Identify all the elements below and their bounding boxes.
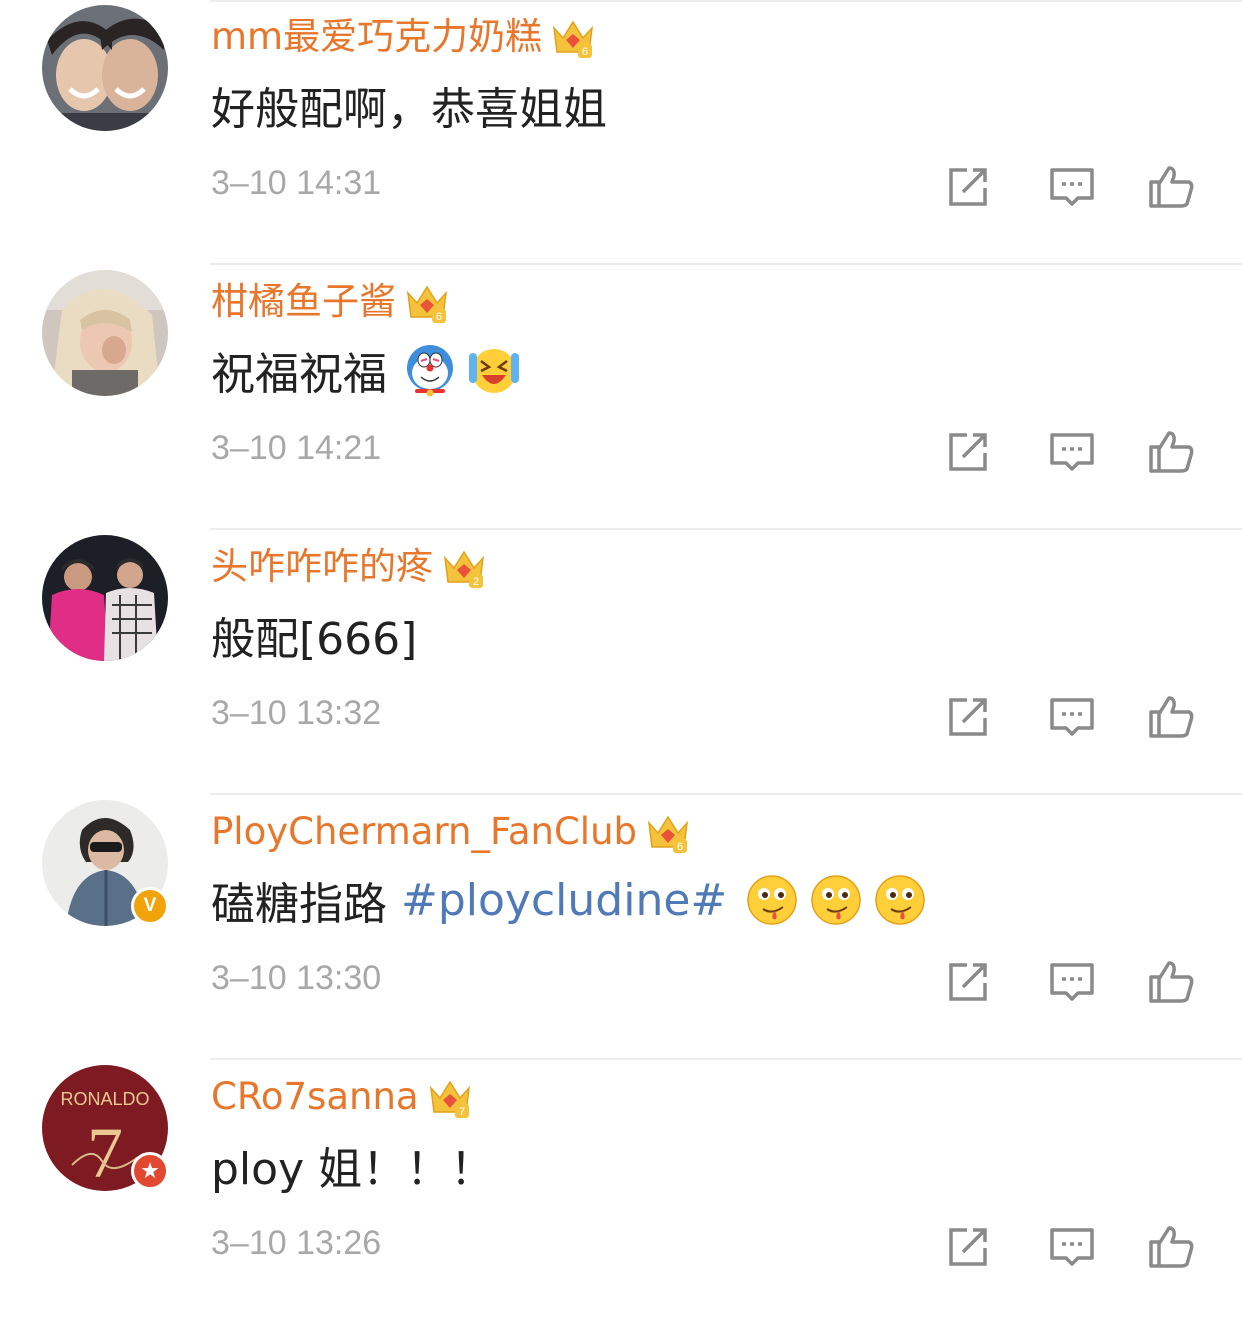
svg-text:7: 7	[87, 1113, 123, 1191]
share-icon[interactable]	[945, 427, 993, 475]
svg-text:7: 7	[459, 1106, 465, 1118]
avatar[interactable]	[42, 5, 168, 131]
svg-text:2: 2	[473, 576, 479, 588]
share-icon[interactable]	[945, 692, 993, 740]
comment-item: 柑橘鱼子酱 6 祝福祝福 3–10 14:21	[0, 265, 1242, 530]
svg-text:6: 6	[582, 46, 588, 58]
crown-level-icon: 6	[553, 20, 594, 58]
username[interactable]: mm最爱巧克力奶糕	[211, 12, 542, 62]
timestamp: 3–10 13:32	[211, 694, 382, 732]
comment-text: ploy 姐！！！	[211, 1144, 495, 1195]
verified-badge: V	[131, 887, 169, 925]
comment-text: 磕糖指路	[211, 879, 387, 930]
crown-level-icon: 6	[406, 285, 448, 323]
comment-item: RONALDO 7 ★ CRo7sanna 7 ploy 姐！！！ 3–10 1…	[0, 1060, 1242, 1325]
star-badge: ★	[131, 1152, 169, 1190]
drool-emoji	[747, 875, 798, 925]
share-icon[interactable]	[945, 957, 993, 1005]
comment-item: V PloyChermarn_FanClub 6 磕糖指路 #ploycludi…	[0, 795, 1242, 1060]
username[interactable]: 头咋咋咋的疼	[211, 542, 433, 592]
thumbs-up-icon[interactable]	[1147, 162, 1195, 210]
drool-emoji	[875, 875, 926, 925]
comment-icon[interactable]	[1048, 957, 1096, 1005]
crown-level-icon: 6	[647, 815, 689, 853]
timestamp: 3–10 14:31	[211, 164, 382, 202]
avatar[interactable]	[42, 535, 168, 661]
comment-item: 头咋咋咋的疼 2 般配[666] 3–10 13:32	[0, 530, 1242, 795]
comment-text: 般配[666]	[211, 614, 418, 665]
laughing-cry-emoji	[469, 349, 519, 393]
username[interactable]: PloyChermarn_FanClub	[211, 807, 637, 857]
username[interactable]: 柑橘鱼子酱	[211, 277, 396, 327]
comment-item: mm最爱巧克力奶糕 6 好般配啊，恭喜姐姐 3–10 14:31	[0, 0, 1242, 265]
crown-level-icon: 7	[429, 1080, 470, 1118]
comment-icon[interactable]	[1048, 692, 1096, 740]
thumbs-up-icon[interactable]	[1147, 692, 1195, 740]
drool-emoji	[811, 875, 862, 925]
hashtag-link[interactable]: #ploycludine#	[401, 875, 727, 926]
crown-level-icon: 2	[443, 550, 485, 588]
doraemon-emoji	[407, 345, 453, 397]
timestamp: 3–10 14:21	[211, 429, 382, 467]
share-icon[interactable]	[945, 1222, 993, 1270]
thumbs-up-icon[interactable]	[1147, 1222, 1195, 1270]
avatar[interactable]	[42, 270, 168, 396]
comment-text: 祝福祝福	[211, 349, 387, 400]
timestamp: 3–10 13:30	[211, 959, 382, 997]
comment-text: 好般配啊，恭喜姐姐	[211, 84, 607, 135]
svg-text:6: 6	[436, 311, 442, 323]
timestamp: 3–10 13:26	[211, 1224, 382, 1262]
comment-icon[interactable]	[1048, 162, 1096, 210]
svg-text:6: 6	[677, 841, 683, 853]
comment-icon[interactable]	[1048, 1222, 1096, 1270]
thumbs-up-icon[interactable]	[1147, 957, 1195, 1005]
share-icon[interactable]	[945, 162, 993, 210]
username[interactable]: CRo7sanna	[211, 1072, 419, 1122]
svg-text:RONALDO: RONALDO	[60, 1089, 149, 1109]
comment-icon[interactable]	[1048, 427, 1096, 475]
thumbs-up-icon[interactable]	[1147, 427, 1195, 475]
